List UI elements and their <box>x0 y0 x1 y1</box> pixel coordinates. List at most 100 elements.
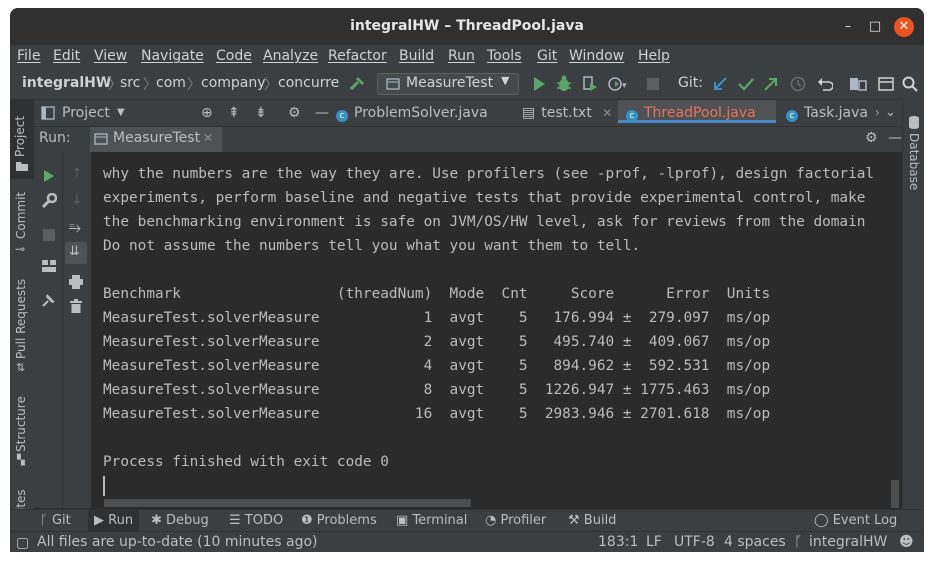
tool-event-log[interactable]: ◯ Event Log <box>814 513 897 528</box>
tool-run[interactable]: ▶ Run <box>88 510 140 532</box>
class-icon: c <box>626 110 638 122</box>
run-icon[interactable] <box>532 76 546 92</box>
tab-problemsolver[interactable]: c ProblemSolver.java <box>336 100 498 126</box>
file-encoding[interactable]: UTF-8 <box>674 534 715 550</box>
console-line: MeasureTest.solverMeasure 1 avgt 5 176.9… <box>103 310 771 326</box>
tool-profiler[interactable]: ◔ Profiler <box>485 513 546 528</box>
window-title: integralHW – ThreadPool.java <box>350 18 584 34</box>
locate-target-icon[interactable]: ⊕ <box>201 100 213 126</box>
search-icon[interactable] <box>902 76 918 92</box>
horizontal-scrollbar[interactable] <box>104 499 471 507</box>
status-toggle-icon[interactable]: ▢ <box>16 535 29 551</box>
tool-todo[interactable]: ☰ TODO <box>229 513 283 528</box>
strip-structure[interactable]: Structure <box>14 396 28 452</box>
caret-position[interactable]: 183:1 <box>598 534 638 550</box>
tab-list-chevron-icon[interactable]: ⌄ <box>885 100 896 126</box>
menu-window[interactable]: Window <box>569 48 624 64</box>
git-commit-check-icon[interactable] <box>738 77 754 91</box>
menu-navigate[interactable]: Navigate <box>141 48 204 64</box>
chevron-down-icon: ▼ <box>501 74 510 87</box>
git-push-icon[interactable] <box>764 77 778 91</box>
breadcrumb-project[interactable]: integralHW <box>22 75 111 91</box>
menu-git[interactable]: Git <box>537 48 557 64</box>
menu-view[interactable]: View <box>94 48 127 64</box>
trash-icon[interactable] <box>70 299 82 313</box>
line-separator[interactable]: LF <box>646 534 662 550</box>
strip-favorites[interactable]: ites <box>14 489 28 511</box>
menu-tools[interactable]: Tools <box>487 48 522 64</box>
layout-icon[interactable] <box>42 260 56 272</box>
arrow-down-icon[interactable]: ↓ <box>71 192 83 208</box>
editor-layout-icon[interactable] <box>878 76 894 92</box>
expand-all-icon[interactable]: ⇞ <box>228 100 240 126</box>
folder-icon <box>16 162 28 171</box>
console-output[interactable]: why the numbers are the way they are. Us… <box>91 152 891 508</box>
vertical-scrollbar[interactable] <box>891 480 899 508</box>
breadcrumb-concurrent[interactable]: concurre <box>278 75 339 91</box>
tool-git[interactable]: ᚴ Git <box>40 513 71 528</box>
tab-task[interactable]: c Task.java › <box>786 100 882 126</box>
close-icon[interactable]: ✕ <box>894 17 914 37</box>
scroll-to-end-toggle[interactable]: ⇊ <box>65 242 87 264</box>
maximize-icon[interactable]: □ <box>865 17 885 37</box>
menu-build[interactable]: Build <box>399 48 434 64</box>
wrench-icon[interactable] <box>41 193 57 209</box>
hide-panel-icon[interactable]: — <box>315 100 329 126</box>
hide-panel-icon[interactable]: — <box>888 130 902 146</box>
tab-test-txt[interactable]: ▤ test.txt ✕ <box>522 100 614 126</box>
status-message[interactable]: All files are up-to-date (10 minutes ago… <box>37 534 318 550</box>
scroll-to-end-icon: ⇊ <box>69 244 80 259</box>
run-tab-measuretest[interactable]: MeasureTest ✕ <box>90 127 222 152</box>
tab-label: Task.java <box>804 105 868 121</box>
project-panel-label[interactable]: Project <box>62 100 110 126</box>
pin-icon[interactable] <box>42 293 56 307</box>
print-icon[interactable] <box>69 275 83 289</box>
close-tab-icon[interactable]: ✕ <box>602 106 612 120</box>
git-branch[interactable]: integralHW <box>809 534 887 550</box>
profiler-icon[interactable]: ▾ <box>607 75 629 93</box>
strip-database[interactable]: Database <box>907 133 921 190</box>
gear-icon[interactable]: ⚙ <box>288 100 301 126</box>
minimize-icon[interactable]: – <box>838 17 858 37</box>
gear-icon[interactable]: ⚙ <box>865 130 878 146</box>
inspector-icon[interactable]: ☻ <box>899 534 914 550</box>
debug-icon[interactable] <box>556 75 572 92</box>
git-update-icon[interactable] <box>713 77 727 91</box>
menu-file[interactable]: File <box>17 48 40 64</box>
menu-run[interactable]: Run <box>448 48 475 64</box>
close-tab-icon[interactable]: ✕ <box>203 131 213 145</box>
soft-wrap-icon[interactable]: ⥱ <box>69 218 81 236</box>
strip-commit[interactable]: Commit <box>14 192 28 239</box>
menu-help[interactable]: Help <box>638 48 670 64</box>
tool-build[interactable]: ⚒ Build <box>568 513 616 528</box>
tool-debug[interactable]: ✱ Debug <box>151 513 209 528</box>
menu-analyze[interactable]: Analyze <box>263 48 318 64</box>
chevron-down-icon[interactable]: ▼ <box>117 100 125 126</box>
hammer-build-icon[interactable] <box>349 76 365 92</box>
right-tool-strip: Database <box>902 99 924 509</box>
tool-problems[interactable]: ❶ Problems <box>301 513 377 528</box>
strip-pull-requests[interactable]: Pull Requests <box>14 279 28 359</box>
rollback-icon[interactable] <box>817 76 833 92</box>
tool-label: Run <box>108 513 134 528</box>
menu-edit[interactable]: Edit <box>53 48 80 64</box>
strip-project[interactable]: Project <box>13 116 27 157</box>
project-structure-icon[interactable] <box>849 76 867 92</box>
stop-icon[interactable] <box>43 229 55 241</box>
breadcrumb-company[interactable]: company <box>201 75 266 91</box>
database-icon <box>909 116 919 129</box>
run-with-coverage-icon[interactable] <box>581 75 599 93</box>
indent-setting[interactable]: 4 spaces <box>724 534 786 550</box>
run-configuration-dropdown[interactable]: MeasureTest ▼ <box>377 73 519 95</box>
arrow-up-icon[interactable]: ↑ <box>71 166 83 182</box>
tab-threadpool[interactable]: cThreadPool.java ✕ <box>618 100 776 146</box>
history-clock-icon[interactable] <box>790 76 806 92</box>
tool-terminal[interactable]: ▣ Terminal <box>396 513 467 528</box>
breadcrumb-src[interactable]: src <box>120 75 140 91</box>
menu-refactor[interactable]: Refactor <box>328 48 387 64</box>
breadcrumb-com[interactable]: com <box>156 75 186 91</box>
collapse-all-icon[interactable]: ⇟ <box>255 100 267 126</box>
stop-icon[interactable] <box>647 78 659 90</box>
menu-code[interactable]: Code <box>216 48 252 64</box>
rerun-icon[interactable] <box>43 169 55 183</box>
